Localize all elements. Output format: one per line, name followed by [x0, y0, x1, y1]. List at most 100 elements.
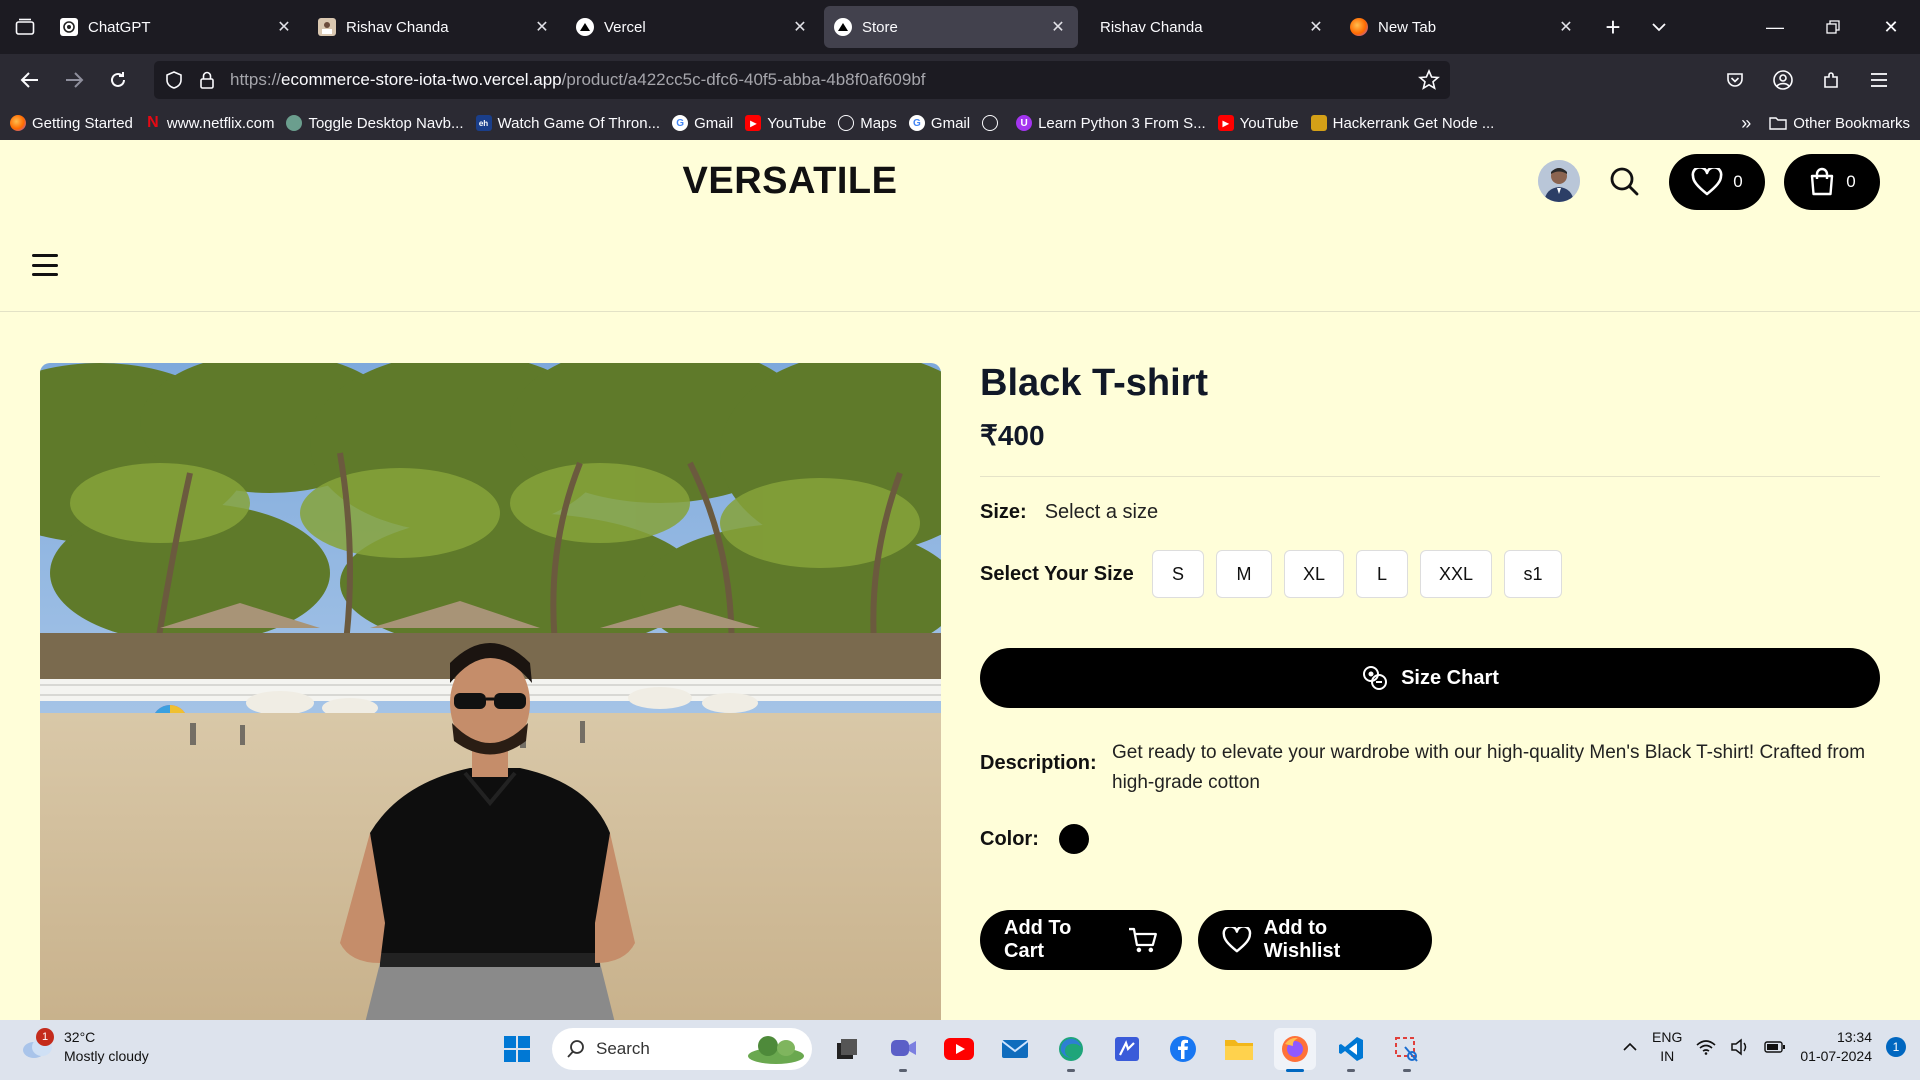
taskbar-vscode[interactable] — [1330, 1028, 1372, 1072]
bookmark-game-of-thrones[interactable]: eh Watch Game Of Thron... — [475, 115, 660, 132]
tab-overflow-button[interactable] — [1636, 7, 1682, 47]
close-window-button[interactable]: ✕ — [1862, 0, 1920, 54]
bookmark-gmail[interactable]: G Gmail — [672, 115, 733, 132]
bookmark-label: YouTube — [767, 114, 827, 132]
taskbar-edge[interactable] — [1050, 1028, 1092, 1072]
taskbar-firefox[interactable] — [1274, 1028, 1316, 1072]
chevron-up-icon[interactable] — [1622, 1042, 1638, 1052]
user-avatar[interactable] — [1538, 160, 1580, 202]
bookmark-netflix[interactable]: Nwww.netflix.com — [145, 114, 274, 132]
tab-store[interactable]: Store ✕ — [824, 6, 1078, 48]
taskbar-mail[interactable] — [994, 1028, 1036, 1070]
tab-rishav-chanda-2[interactable]: Rishav Chanda ✕ — [1082, 6, 1336, 48]
close-tab-icon[interactable]: ✕ — [1306, 17, 1326, 37]
wifi-icon[interactable] — [1696, 1039, 1716, 1055]
menu-button[interactable] — [1856, 60, 1902, 100]
reload-icon — [111, 72, 125, 87]
bookmark-maps[interactable]: Maps — [838, 115, 897, 132]
close-tab-icon[interactable]: ✕ — [1048, 17, 1068, 37]
size-label: Size: — [980, 501, 1027, 523]
hamburger-menu-icon[interactable] — [32, 254, 58, 276]
weather-widget[interactable]: 1 32°C Mostly cloudy — [20, 1028, 149, 1066]
url-scheme: https:// — [230, 70, 282, 89]
tab-new-tab[interactable]: New Tab ✕ — [1340, 6, 1586, 48]
color-swatch-black[interactable] — [1058, 824, 1089, 854]
size-option-xxl[interactable]: XXL — [1420, 550, 1492, 598]
minimize-button[interactable]: — — [1746, 0, 1804, 54]
list-all-tabs-button[interactable] — [0, 0, 50, 54]
tab-rishav-chanda[interactable]: Rishav Chanda ✕ — [308, 6, 562, 48]
tab-list-icon — [15, 18, 35, 35]
task-view-button[interactable] — [826, 1028, 868, 1070]
account-button[interactable] — [1760, 60, 1806, 100]
language-indicator[interactable]: ENG IN — [1652, 1028, 1682, 1066]
weather-alert-badge: 1 — [36, 1028, 54, 1046]
close-tab-icon[interactable]: ✕ — [1556, 17, 1576, 37]
color-label: Color: — [980, 827, 1039, 850]
bookmark-getting-started[interactable]: Getting Started — [10, 115, 133, 132]
wishlist-button[interactable]: 0 — [1669, 154, 1765, 210]
taskbar-meet[interactable] — [882, 1028, 924, 1072]
cart-icon — [1129, 927, 1158, 953]
bookmark-globe[interactable] — [982, 115, 1004, 131]
close-tab-icon[interactable]: ✕ — [790, 17, 810, 37]
site-icon: eh — [475, 115, 492, 131]
battery-icon[interactable] — [1764, 1041, 1786, 1053]
clock[interactable]: 13:34 01-07-2024 — [1800, 1028, 1872, 1066]
tab-title: Vercel — [604, 18, 646, 36]
bookmark-youtube-2[interactable]: ▶ YouTube — [1217, 115, 1299, 132]
search-button[interactable] — [1604, 161, 1644, 201]
account-icon — [1773, 70, 1793, 90]
size-selector: Select Your Size S M XL L XXL s1 — [980, 550, 1880, 598]
bookmark-gmail-2[interactable]: G Gmail — [908, 115, 970, 132]
close-tab-icon[interactable]: ✕ — [274, 17, 294, 37]
notification-badge[interactable]: 1 — [1886, 1037, 1906, 1057]
add-to-cart-button[interactable]: Add To Cart — [980, 910, 1182, 970]
taskbar-snipping-tool[interactable] — [1386, 1028, 1428, 1072]
start-button[interactable] — [496, 1028, 538, 1070]
size-option-l[interactable]: L — [1356, 550, 1408, 598]
bookmark-hackerrank[interactable]: Hackerrank Get Node ... — [1310, 115, 1494, 132]
back-button[interactable] — [8, 60, 52, 100]
add-to-wishlist-button[interactable]: Add to Wishlist — [1198, 910, 1432, 970]
lock-icon[interactable] — [198, 70, 216, 90]
size-chart-button[interactable]: Size Chart — [980, 648, 1880, 708]
extensions-button[interactable] — [1808, 60, 1854, 100]
other-bookmarks[interactable]: Other Bookmarks — [1769, 115, 1910, 132]
shield-icon[interactable] — [164, 70, 184, 90]
size-option-m[interactable]: M — [1216, 550, 1272, 598]
taskbar-facebook[interactable] — [1162, 1028, 1204, 1070]
size-option-s1[interactable]: s1 — [1504, 550, 1562, 598]
taskbar-file-explorer[interactable] — [1218, 1028, 1260, 1070]
tab-vercel[interactable]: Vercel ✕ — [566, 6, 820, 48]
cart-button[interactable]: 0 — [1784, 154, 1880, 210]
taskbar-search[interactable]: Search — [552, 1028, 812, 1070]
bookmark-learn-python[interactable]: U Learn Python 3 From S... — [1016, 115, 1206, 132]
video-chat-icon — [891, 1040, 916, 1056]
taskbar-vscode-insiders[interactable] — [1106, 1028, 1148, 1070]
pocket-button[interactable] — [1712, 60, 1758, 100]
close-tab-icon[interactable]: ✕ — [532, 17, 552, 37]
size-value: Select a size — [1044, 501, 1159, 523]
reload-button[interactable] — [96, 60, 140, 100]
bookmarks-right: » Other Bookmarks — [1741, 113, 1910, 134]
bookmark-youtube[interactable]: ▶ YouTube — [745, 115, 826, 132]
bookmark-star-icon[interactable] — [1418, 69, 1440, 91]
url-text[interactable]: https://ecommerce-store-iota-two.vercel.… — [230, 70, 926, 90]
new-tab-button[interactable]: + — [1590, 7, 1636, 47]
product-actions: Add To Cart Add to Wishlist — [980, 910, 1880, 970]
url-bar[interactable]: https://ecommerce-store-iota-two.vercel.… — [154, 61, 1450, 99]
description-label: Description: — [980, 752, 1097, 774]
bookmark-toggle-desktop[interactable]: Toggle Desktop Navb... — [286, 115, 464, 132]
forward-button[interactable] — [52, 60, 96, 100]
size-option-xl[interactable]: XL — [1284, 550, 1344, 598]
size-option-s[interactable]: S — [1152, 550, 1204, 598]
weather-desc: Mostly cloudy — [64, 1048, 149, 1064]
tab-chatgpt[interactable]: ChatGPT ✕ — [50, 6, 304, 48]
restore-button[interactable] — [1804, 0, 1862, 54]
store-logo[interactable]: VERSATILE — [0, 160, 1580, 203]
color-row: Color: — [980, 824, 1880, 854]
volume-icon[interactable] — [1730, 1038, 1750, 1056]
taskbar-youtube[interactable] — [938, 1028, 980, 1070]
double-chevron-right-icon[interactable]: » — [1741, 113, 1751, 134]
